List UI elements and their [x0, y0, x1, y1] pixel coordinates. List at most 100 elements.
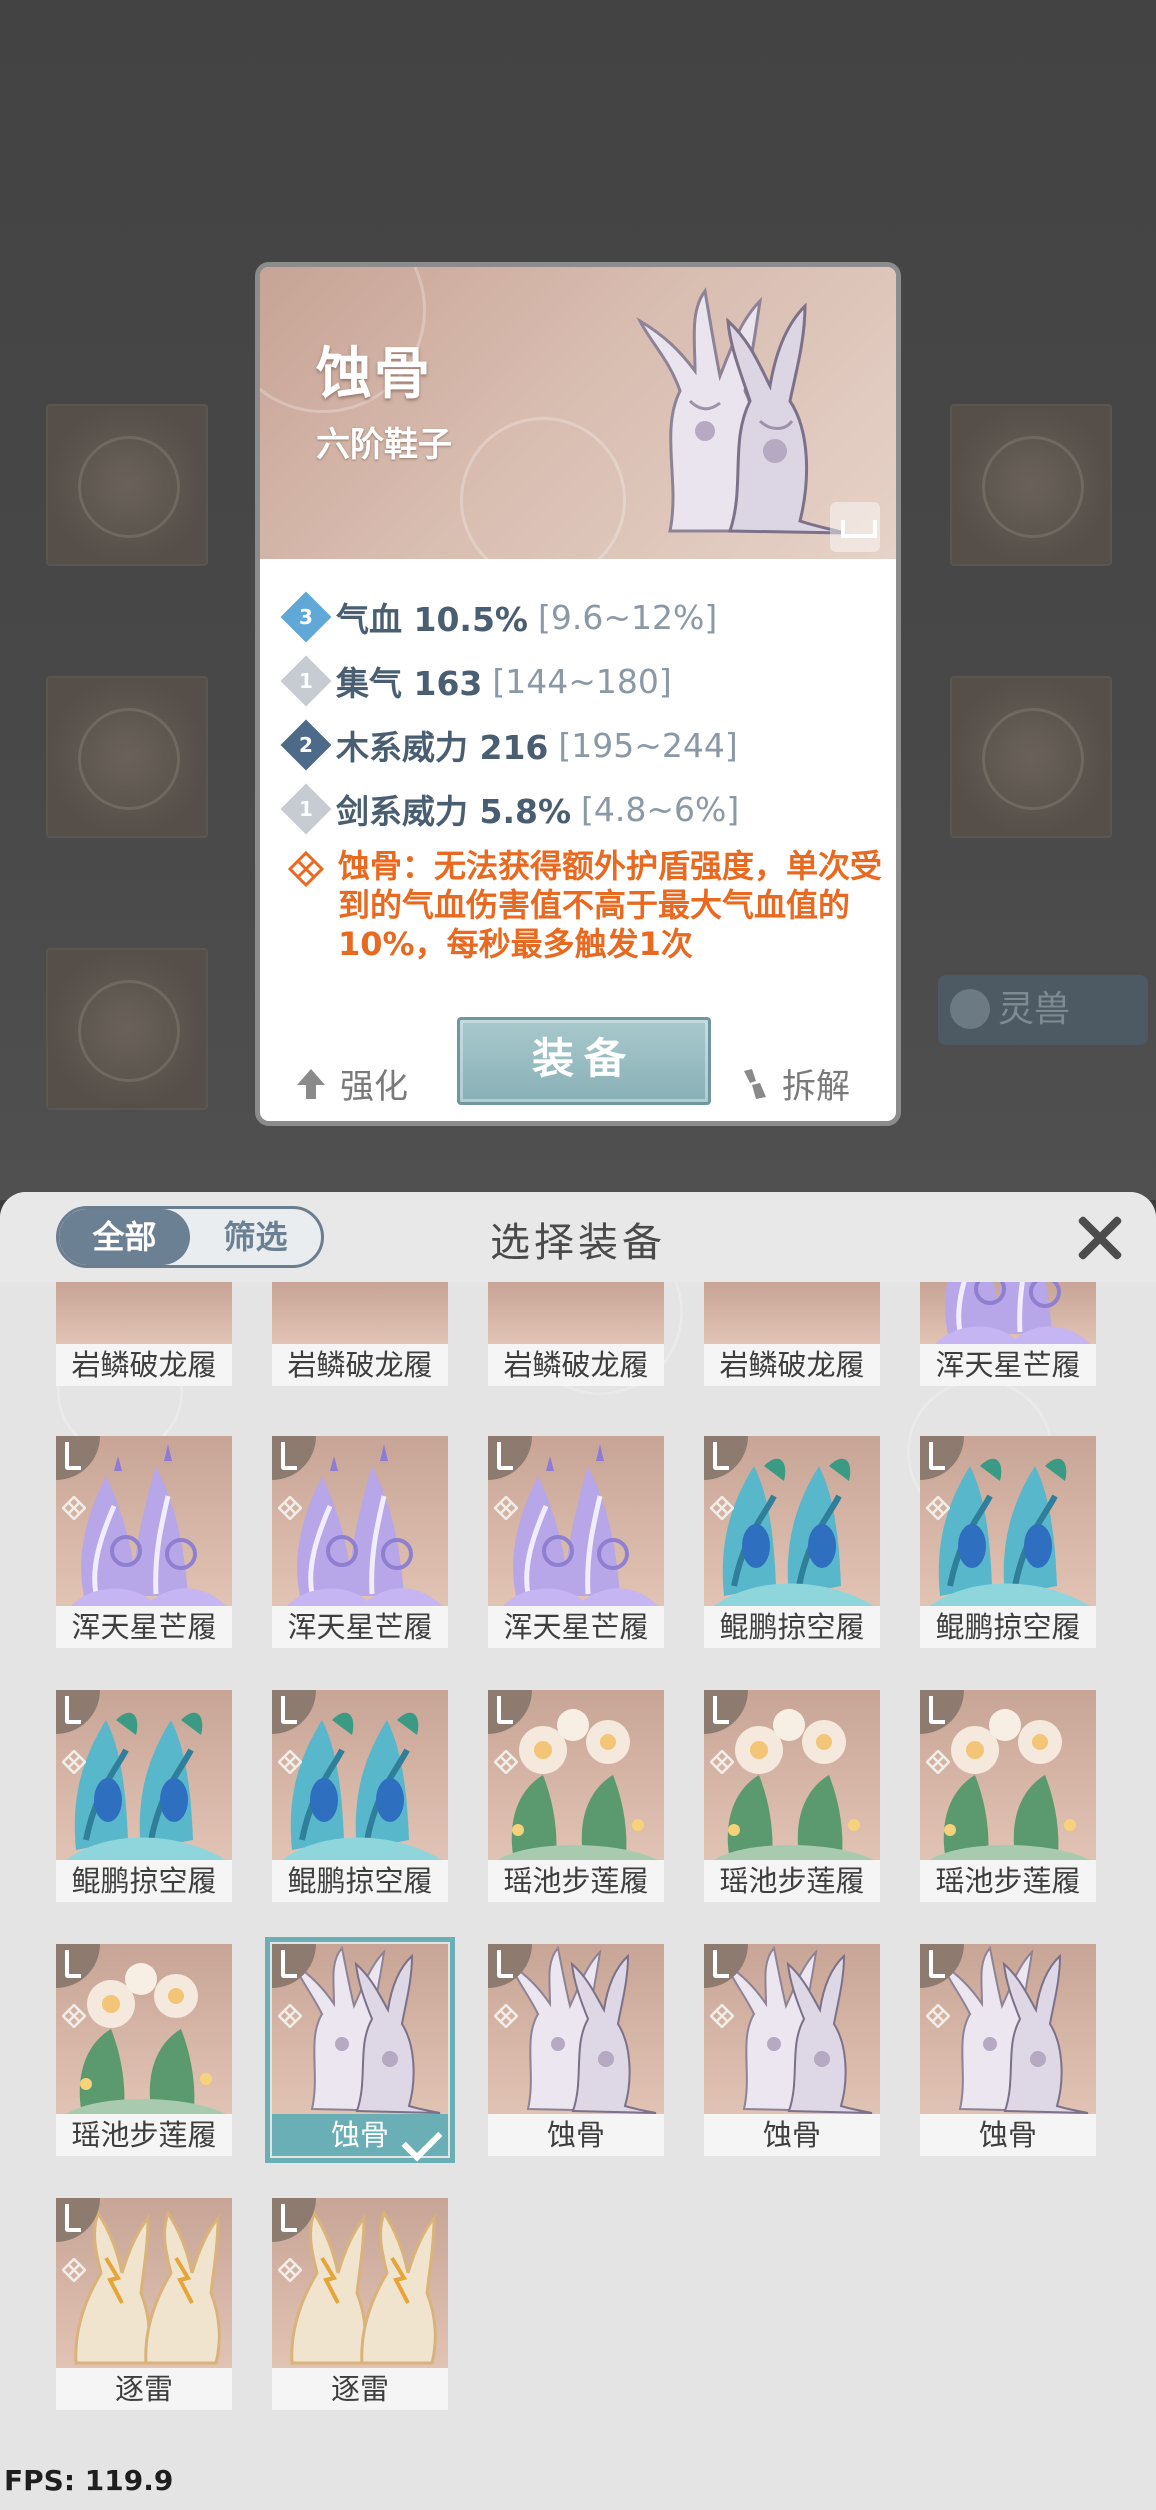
equipment-item[interactable]: 岩鳞破龙履: [56, 1282, 232, 1386]
stat-row: 1 集气 163 [144~180]: [280, 649, 888, 713]
special-effect-text: 蚀骨：无法获得额外护盾强度，单次受到的气血伤害值不高于最大气血值的10%，每秒最…: [338, 847, 883, 963]
item-name-label: 瑶池步莲履: [56, 2114, 232, 2156]
stat-list: 3 气血 10.5% [9.6~12%] 1 集气 163 [144~180] …: [280, 585, 888, 841]
rank-badge-icon: 1: [280, 783, 332, 835]
equipment-item[interactable]: 蚀骨: [265, 1937, 455, 2163]
set-effect-icon: [709, 1495, 735, 1521]
equipment-item[interactable]: 浑天星芒履: [920, 1282, 1096, 1386]
spirit-beast-button[interactable]: 灵兽: [938, 975, 1148, 1045]
set-effect-icon: [493, 1495, 519, 1521]
special-effect: 蚀骨：无法获得额外护盾强度，单次受到的气血伤害值不高于最大气血值的10%，每秒最…: [288, 847, 888, 964]
dragon-boots-icon: [56, 1282, 232, 1344]
set-effect-icon: [61, 1495, 87, 1521]
dragon-boots-icon: [704, 1282, 880, 1344]
rank-badge-icon: 1: [280, 655, 332, 707]
equipment-item[interactable]: 鲲鹏掠空履: [704, 1436, 880, 1648]
item-name-label: 蚀骨: [704, 2114, 880, 2156]
stat-value: 集气 163: [336, 664, 483, 703]
equipment-item[interactable]: 瑶池步莲履: [920, 1690, 1096, 1902]
item-name-label: 瑶池步莲履: [488, 1860, 664, 1902]
swirl-decoration: [460, 417, 626, 583]
item-thumbnail: [704, 1282, 880, 1344]
stat-range: [4.8~6%]: [581, 789, 740, 829]
item-name-label: 鲲鹏掠空履: [920, 1606, 1096, 1648]
item-name: 蚀骨: [316, 342, 432, 407]
panel-header: 全部 筛选 选择装备: [0, 1192, 1156, 1282]
equipment-slot-left-2[interactable]: [46, 676, 208, 838]
rank-badge-icon: 3: [280, 591, 332, 643]
lock-icon[interactable]: [830, 502, 880, 552]
enhance-label: 强化: [340, 1067, 408, 1107]
item-name-label: 瑶池步莲履: [704, 1860, 880, 1902]
equipment-item[interactable]: 瑶池步莲履: [704, 1690, 880, 1902]
close-icon[interactable]: [1075, 1212, 1125, 1262]
set-effect-icon: [709, 2003, 735, 2029]
equipment-item[interactable]: 逐雷: [56, 2198, 232, 2410]
stat-range: [9.6~12%]: [537, 597, 718, 637]
equipment-select-panel: 岩鳞破龙履 岩鳞破龙履 岩鳞破龙履 岩鳞破龙履 浑天星芒履 浑天星芒履 浑天星芒履 浑天星芒履…: [0, 1192, 1156, 2510]
equipment-item[interactable]: 岩鳞破龙履: [272, 1282, 448, 1386]
set-effect-icon: [277, 1749, 303, 1775]
item-name-label: 蚀骨: [488, 2114, 664, 2156]
equipment-slot-left-1[interactable]: [46, 404, 208, 566]
set-effect-icon: [493, 2003, 519, 2029]
dismantle-button[interactable]: 拆解: [738, 1059, 850, 1108]
stat-value: 气血 10.5%: [336, 600, 528, 639]
item-name-label: 鲲鹏掠空履: [272, 1860, 448, 1902]
item-name-label: 岩鳞破龙履: [704, 1344, 880, 1386]
set-effect-icon: [277, 2257, 303, 2283]
equipment-item[interactable]: 瑶池步莲履: [488, 1690, 664, 1902]
equipment-item[interactable]: 蚀骨: [704, 1944, 880, 2156]
dragon-boots-icon: [272, 1282, 448, 1344]
equipment-item[interactable]: 浑天星芒履: [488, 1436, 664, 1648]
equipment-item[interactable]: 鲲鹏掠空履: [920, 1436, 1096, 1648]
set-effect-icon: [925, 1749, 951, 1775]
equipment-item[interactable]: 鲲鹏掠空履: [56, 1690, 232, 1902]
equipment-item[interactable]: 鲲鹏掠空履: [272, 1690, 448, 1902]
equipment-item[interactable]: 蚀骨: [920, 1944, 1096, 2156]
equipment-item[interactable]: 蚀骨: [488, 1944, 664, 2156]
set-effect-icon: [277, 2003, 303, 2029]
item-name-label: 逐雷: [56, 2368, 232, 2410]
item-name-label: 鲲鹏掠空履: [56, 1860, 232, 1902]
equip-button[interactable]: 装备: [457, 1017, 711, 1105]
equipment-item[interactable]: 岩鳞破龙履: [488, 1282, 664, 1386]
set-effect-icon: [925, 2003, 951, 2029]
set-effect-icon: [709, 1749, 735, 1775]
equipment-item[interactable]: 岩鳞破龙履: [704, 1282, 880, 1386]
item-detail-header: 蚀骨 六阶鞋子: [260, 267, 896, 583]
stat-row: 3 气血 10.5% [9.6~12%]: [280, 585, 888, 649]
item-name-label: 鲲鹏掠空履: [704, 1606, 880, 1648]
set-effect-icon: [61, 2257, 87, 2283]
equipment-slot-right-2[interactable]: [950, 676, 1112, 838]
equipment-slot-right-1[interactable]: [950, 404, 1112, 566]
item-name-label: 岩鳞破龙履: [272, 1344, 448, 1386]
bone-boots-artwork: [636, 287, 846, 535]
equipment-item[interactable]: 逐雷: [272, 2198, 448, 2410]
set-effect-icon: [61, 1749, 87, 1775]
stat-row: 1 剑系威力 5.8% [4.8~6%]: [280, 777, 888, 841]
item-thumbnail: [920, 1282, 1096, 1344]
set-effect-icon: [277, 1495, 303, 1521]
equipment-item[interactable]: 瑶池步莲履: [56, 1944, 232, 2156]
item-name-label: 岩鳞破龙履: [488, 1344, 664, 1386]
item-thumbnail: [488, 1282, 664, 1344]
item-name-label: 浑天星芒履: [488, 1606, 664, 1648]
rank-badge-icon: 2: [280, 719, 332, 771]
stat-value: 剑系威力 5.8%: [336, 792, 572, 831]
set-effect-icon: [925, 1495, 951, 1521]
arrow-up-icon: [297, 1068, 325, 1099]
spirit-beast-label: 灵兽: [998, 989, 1071, 1030]
panel-title: 选择装备: [490, 1220, 666, 1266]
equipment-slot-left-3[interactable]: [46, 948, 208, 1110]
fps-counter: FPS: 119.9: [4, 2464, 174, 2497]
item-name-label: 逐雷: [272, 2368, 448, 2410]
equipment-item[interactable]: 浑天星芒履: [56, 1436, 232, 1648]
equipment-item[interactable]: 浑天星芒履: [272, 1436, 448, 1648]
stat-range: [195~244]: [558, 725, 738, 765]
enhance-button[interactable]: 强化: [296, 1059, 408, 1108]
stat-row: 2 木系威力 216 [195~244]: [280, 713, 888, 777]
item-name-label: 瑶池步莲履: [920, 1860, 1096, 1902]
item-name-label: 浑天星芒履: [56, 1606, 232, 1648]
set-effect-icon: [61, 2003, 87, 2029]
